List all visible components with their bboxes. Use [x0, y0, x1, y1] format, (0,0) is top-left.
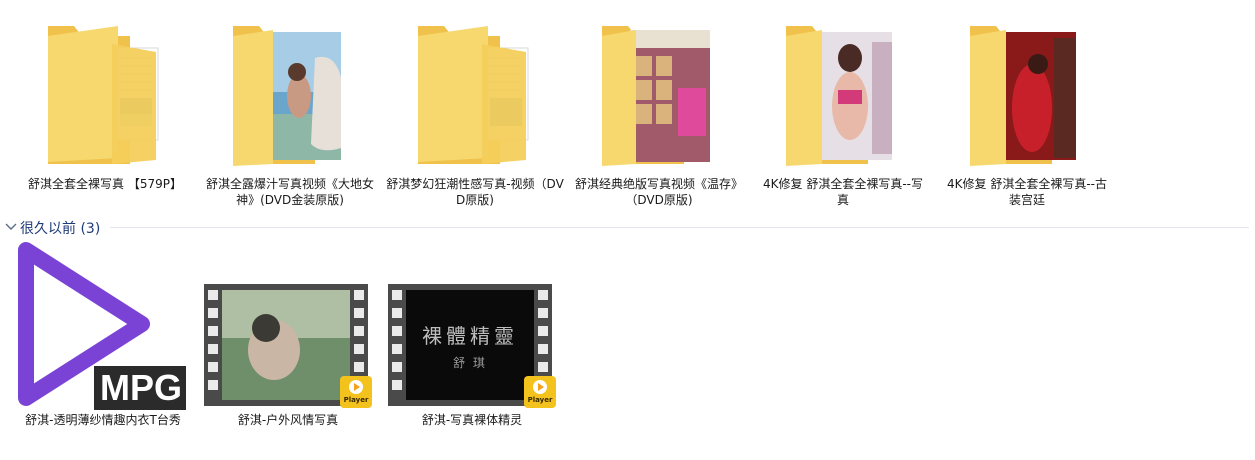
- play-icon: [349, 380, 363, 394]
- folder-item[interactable]: 4K修复 舒淇全套全裸写真--古装宫廷: [942, 18, 1112, 214]
- mpg-badge: MPG: [99, 367, 182, 408]
- folder-item[interactable]: 舒淇经典绝版写真视频《温存》（DVD原版): [574, 18, 744, 214]
- folder-label: 舒淇经典绝版写真视频《温存》（DVD原版): [574, 177, 743, 207]
- chevron-down-icon[interactable]: [4, 220, 18, 234]
- folder-label: 舒淇全套全裸写真 【579P】: [28, 177, 182, 191]
- folder-label: 4K修复 舒淇全套全裸写真--古装宫廷: [947, 177, 1107, 207]
- folder-item[interactable]: 舒淇全套全裸写真 【579P】: [20, 18, 190, 214]
- folder-icon: [233, 26, 341, 166]
- folder-icon: [970, 26, 1076, 166]
- player-badge: Player: [524, 376, 556, 408]
- folder-label: 舒淇梦幻狂潮性感写真-视频（DVD原版): [386, 177, 564, 207]
- folder-item[interactable]: 4K修复 舒淇全套全裸写真--写真: [758, 18, 928, 214]
- video-title-line1: 裸體精靈: [422, 324, 518, 348]
- player-badge: Player: [340, 376, 372, 408]
- file-label: 舒淇-透明薄纱情趣内衣T台秀: [25, 413, 181, 427]
- play-icon: [533, 380, 547, 394]
- video-file-item[interactable]: MPG 舒淇-透明薄纱情趣内衣T台秀: [12, 240, 194, 436]
- file-label: 舒淇-户外风情写真: [237, 413, 339, 427]
- group-header-label[interactable]: 很久以前 (3): [20, 218, 107, 238]
- folder-icon: [786, 26, 892, 166]
- folder-item[interactable]: 舒淇全露爆汁写真视频《大地女神》(DVD金装原版): [205, 18, 375, 214]
- folder-icon: [602, 26, 710, 166]
- video-file-item[interactable]: Player 舒淇-户外风情写真: [204, 284, 372, 436]
- folder-item[interactable]: 舒淇梦幻狂潮性感写真-视频（DVD原版): [386, 18, 564, 214]
- group-divider: [110, 227, 1249, 228]
- file-label: 舒淇-写真裸体精灵: [421, 413, 523, 427]
- video-title-line2: 舒 琪: [453, 356, 487, 370]
- folder-label: 舒淇全露爆汁写真视频《大地女神》(DVD金装原版): [205, 177, 374, 207]
- folder-label: 4K修复 舒淇全套全裸写真--写真: [763, 177, 923, 207]
- video-file-item[interactable]: 裸體精靈 舒 琪 Player 舒淇-写真裸体精灵: [388, 284, 556, 436]
- folder-icon: [418, 26, 529, 164]
- folder-icon: [48, 26, 159, 164]
